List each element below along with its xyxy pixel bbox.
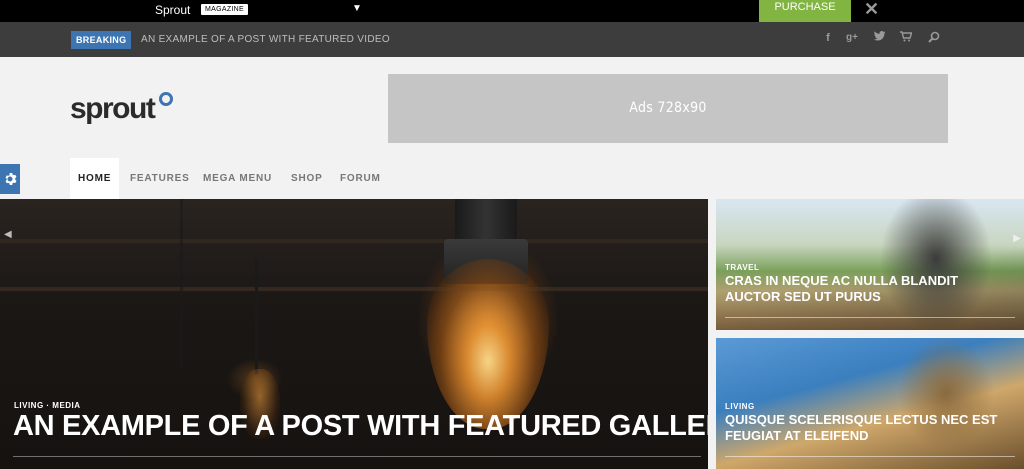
breaking-label: BREAKING (71, 31, 132, 49)
hero-categories[interactable]: LIVING · MEDIA (14, 401, 81, 410)
lamp-cord (255, 259, 258, 374)
hero-title[interactable]: AN EXAMPLE OF A POST WITH FEATURED GALLE… (13, 410, 708, 443)
side-post-category[interactable]: LIVING (725, 402, 755, 411)
cart-icon[interactable] (898, 31, 914, 45)
side-post-card[interactable]: ▶ TRAVEL CRAS IN NEQUE AC NULLA BLANDIT … (716, 199, 1024, 330)
side-post-title[interactable]: QUISQUE SCELERISQUE LECTUS NEC EST FEUGI… (725, 412, 1005, 444)
side-post-category[interactable]: TRAVEL (725, 263, 759, 272)
logo-dot-icon (159, 92, 173, 106)
side-post-card[interactable]: LIVING QUISQUE SCELERISQUE LECTUS NEC ES… (716, 338, 1024, 469)
side-post-title[interactable]: CRAS IN NEQUE AC NULLA BLANDIT AUCTOR SE… (725, 273, 1005, 305)
nav-features[interactable]: FEATURES (130, 158, 190, 199)
demo-brand[interactable]: Sprout (155, 3, 190, 17)
featured-post[interactable]: ◀ LIVING · MEDIA AN EXAMPLE OF A POST WI… (0, 199, 708, 469)
bulb-socket (455, 199, 517, 241)
settings-gear-icon[interactable] (0, 164, 20, 194)
close-icon[interactable]: ✕ (864, 0, 879, 20)
nav-forum[interactable]: FORUM (340, 158, 381, 199)
twitter-icon[interactable] (872, 31, 888, 45)
nav-mega-menu[interactable]: MEGA MENU (203, 158, 272, 199)
demo-tag: MAGAZINE (201, 4, 248, 15)
slider-prev-icon[interactable]: ◀ (4, 229, 12, 240)
breaking-bar: BREAKING AN EXAMPLE OF A POST WITH FEATU… (0, 22, 1024, 57)
card-divider (725, 456, 1015, 457)
breaking-headline[interactable]: AN EXAMPLE OF A POST WITH FEATURED VIDEO (141, 34, 390, 45)
nav-shop[interactable]: SHOP (291, 158, 323, 199)
slider-next-icon[interactable]: ▶ (1013, 233, 1021, 244)
chevron-down-icon[interactable]: ▼ (352, 3, 362, 14)
light-bulb-image (427, 259, 549, 429)
demo-bar: Sprout MAGAZINE ▼ PURCHASE ✕ (0, 0, 1024, 22)
hero-divider (13, 456, 701, 457)
shelf-decoration (0, 287, 708, 291)
card-divider (725, 317, 1015, 318)
lamp-cord (180, 199, 183, 369)
search-icon[interactable] (926, 31, 942, 46)
ad-banner[interactable]: Ads 728x90 (388, 74, 948, 143)
purchase-button[interactable]: PURCHASE (759, 0, 851, 22)
nav-home[interactable]: HOME (70, 158, 120, 199)
facebook-icon[interactable]: f (820, 32, 836, 44)
google-plus-icon[interactable]: g+ (844, 32, 860, 43)
shelf-decoration (0, 239, 708, 243)
site-logo[interactable]: sprout (70, 92, 156, 126)
